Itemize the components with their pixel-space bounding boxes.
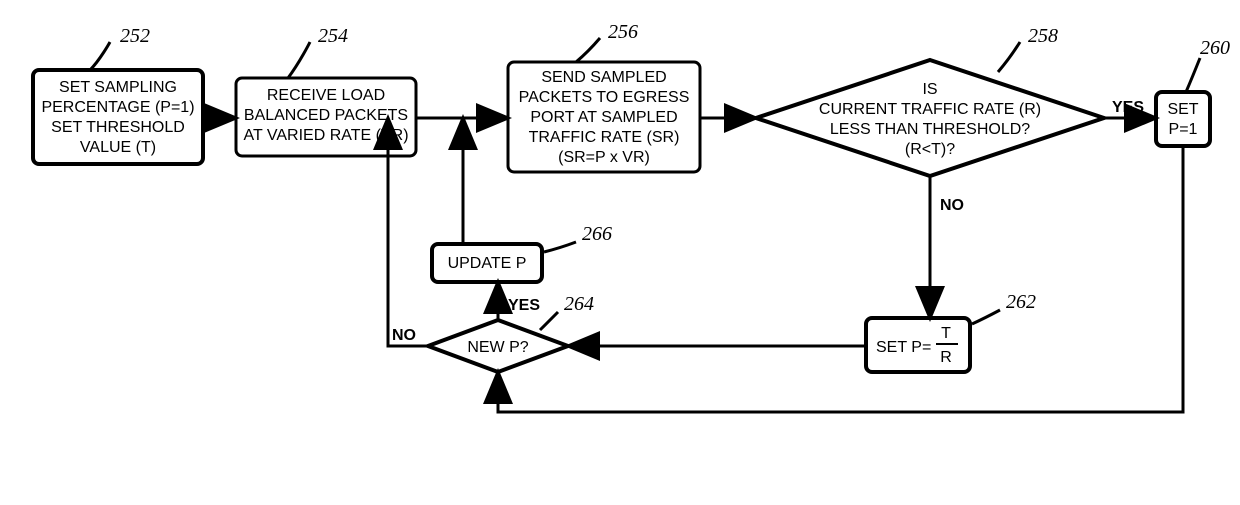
ref-leader-256 — [576, 38, 600, 62]
ref-262: 262 — [1006, 291, 1036, 313]
ref-254: 254 — [318, 25, 348, 47]
box-262-num: T — [941, 325, 951, 342]
box-266: UPDATE P — [432, 244, 542, 282]
box-252: SET SAMPLING PERCENTAGE (P=1) SET THRESH… — [33, 70, 203, 164]
box-256-line: PORT AT SAMPLED — [530, 109, 677, 126]
ref-leader-254 — [288, 42, 310, 78]
decision-258-line: IS — [922, 81, 937, 98]
label-yes-258: YES — [1112, 99, 1144, 116]
label-no-264: NO — [392, 327, 416, 344]
box-260: SET P=1 — [1156, 92, 1210, 146]
box-252-line: SET THRESHOLD — [51, 119, 185, 136]
ref-leader-260 — [1186, 58, 1200, 92]
decision-258-line: (R<T)? — [905, 141, 955, 158]
box-252-line: SET SAMPLING — [59, 79, 177, 96]
ref-252: 252 — [120, 25, 150, 47]
decision-264: NEW P? — [428, 320, 568, 372]
box-252-line: VALUE (T) — [80, 139, 156, 156]
box-256-line: SEND SAMPLED — [541, 69, 666, 86]
ref-260: 260 — [1200, 37, 1230, 59]
ref-leader-264 — [540, 312, 558, 330]
label-yes-264: YES — [508, 297, 540, 314]
decision-258: IS CURRENT TRAFFIC RATE (R) LESS THAN TH… — [756, 60, 1104, 176]
decision-258-line: LESS THAN THRESHOLD? — [830, 121, 1030, 138]
box-254-line: RECEIVE LOAD — [267, 87, 385, 104]
box-266-line: UPDATE P — [448, 255, 527, 272]
box-256-line: PACKETS TO EGRESS — [519, 89, 690, 106]
box-256: SEND SAMPLED PACKETS TO EGRESS PORT AT S… — [508, 62, 700, 172]
box-252-line: PERCENTAGE (P=1) — [41, 99, 194, 116]
box-254-line: AT VARIED RATE (VR) — [243, 127, 408, 144]
label-no-258: NO — [940, 197, 964, 214]
decision-258-line: CURRENT TRAFFIC RATE (R) — [819, 101, 1041, 118]
ref-258: 258 — [1028, 25, 1058, 47]
ref-264: 264 — [564, 293, 594, 315]
box-256-line: TRAFFIC RATE (SR) — [529, 129, 680, 146]
ref-leader-252 — [90, 42, 110, 70]
box-254-line: BALANCED PACKETS — [244, 107, 408, 124]
box-262: SET P= T R — [866, 318, 970, 372]
ref-256: 256 — [608, 21, 638, 43]
ref-266: 266 — [582, 223, 612, 245]
ref-leader-266 — [544, 242, 576, 252]
decision-264-line: NEW P? — [467, 339, 528, 356]
box-262-pre: SET P= — [876, 339, 931, 356]
box-256-line: (SR=P x VR) — [558, 149, 650, 166]
ref-leader-262 — [972, 310, 1000, 324]
box-262-den: R — [940, 349, 952, 366]
box-260-line: P=1 — [1169, 121, 1198, 138]
box-260-line: SET — [1167, 101, 1198, 118]
ref-leader-258 — [998, 42, 1020, 72]
arrow-260-264 — [498, 146, 1183, 412]
